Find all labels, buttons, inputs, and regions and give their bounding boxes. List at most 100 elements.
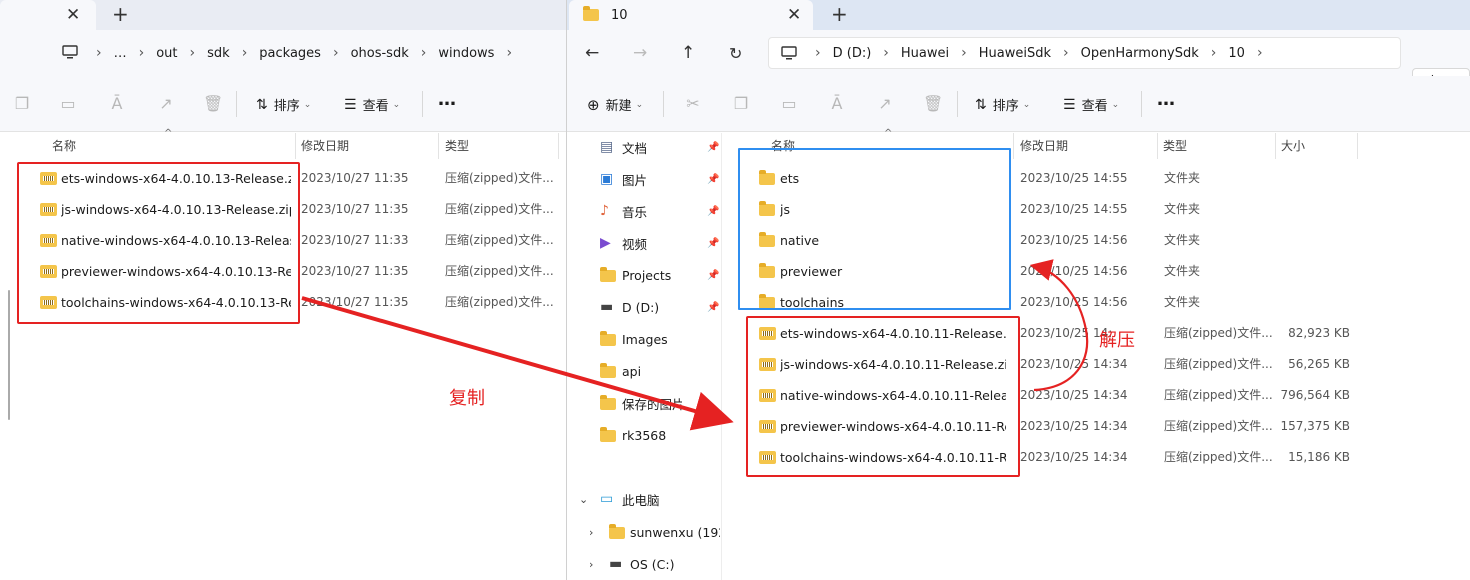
sort-button[interactable]: ⇅ 排序 ⌄ bbox=[256, 95, 312, 115]
column-header-date[interactable]: 修改日期 bbox=[301, 133, 349, 157]
file-size: 796,564 KB bbox=[1280, 388, 1350, 402]
breadcrumb-item[interactable]: ohos-sdk bbox=[351, 46, 409, 61]
sort-ascending-icon: ^ bbox=[884, 128, 893, 139]
sort-button[interactable]: ⇅ 排序 ⌄ bbox=[975, 95, 1030, 115]
view-icon: ☰ bbox=[344, 96, 357, 113]
copy-icon[interactable]: ❐ bbox=[12, 94, 32, 113]
chevron-down-icon: ⌄ bbox=[1111, 99, 1120, 110]
forward-arrow-icon[interactable]: → bbox=[633, 43, 647, 63]
this-pc-icon bbox=[781, 46, 797, 60]
tree-item-label: sunwenxu (192.1 bbox=[630, 524, 720, 540]
tree-item[interactable]: › ▬ OS (C:) bbox=[567, 548, 722, 580]
delete-icon[interactable]: 🗑 bbox=[203, 94, 223, 113]
column-header-type[interactable]: 类型 bbox=[1163, 133, 1187, 157]
column-header-date[interactable]: 修改日期 bbox=[1020, 133, 1068, 157]
view-button[interactable]: ☰ 查看 ⌄ bbox=[1063, 95, 1120, 115]
back-arrow-icon[interactable]: ← bbox=[585, 43, 599, 63]
drive-icon: ▬ bbox=[609, 556, 623, 572]
chevron-down-icon: ⌄ bbox=[392, 99, 401, 110]
breadcrumb-item[interactable]: Huawei bbox=[901, 46, 949, 61]
chevron-right-icon[interactable]: › bbox=[589, 526, 593, 539]
left-tab[interactable]: ✕ bbox=[0, 0, 96, 30]
file-type: 压缩(zipped)文件... bbox=[1164, 388, 1273, 402]
tree-item[interactable]: › sunwenxu (192.1 bbox=[567, 516, 722, 548]
chevron-down-icon: ⌄ bbox=[303, 99, 312, 110]
plus-circle-icon: ⊕ bbox=[587, 95, 600, 114]
right-toolbar: ⊕ 新建 ⌄ ✂ ❐ ▭ Ā ↗ 🗑 ⇅ 排序 ⌄ ☰ 查看 ⌄ … bbox=[567, 76, 1470, 132]
copy-icon[interactable]: ❐ bbox=[731, 94, 751, 113]
file-type: 压缩(zipped)文件... bbox=[1164, 357, 1273, 371]
tree-item[interactable]: ⌄ ▭ 此电脑 bbox=[567, 483, 722, 515]
file-type: 压缩(zipped)文件... bbox=[1164, 419, 1273, 433]
file-date: 2023/10/27 11:33 bbox=[301, 233, 409, 247]
new-tab-button[interactable]: + bbox=[831, 0, 848, 28]
file-type: 压缩(zipped)文件... bbox=[1164, 450, 1273, 464]
breadcrumb-item[interactable]: … bbox=[114, 46, 127, 61]
file-size bbox=[1267, 256, 1350, 287]
nav-item[interactable]: ▤ 文档 📌 bbox=[567, 131, 722, 163]
file-date: 2023/10/25 14:55 bbox=[1020, 202, 1128, 216]
extract-annotation: 解压 bbox=[1099, 330, 1135, 351]
share-icon[interactable]: ↗ bbox=[156, 94, 176, 113]
refresh-icon[interactable]: ↻ bbox=[729, 44, 742, 63]
up-arrow-icon[interactable]: ↑ bbox=[681, 43, 695, 63]
new-tab-button[interactable]: + bbox=[112, 0, 129, 28]
sort-icon: ⇅ bbox=[256, 96, 268, 113]
file-type: 文件夹 bbox=[1164, 264, 1201, 278]
new-button[interactable]: ⊕ 新建 ⌄ bbox=[587, 95, 643, 115]
view-button[interactable]: ☰ 查看 ⌄ bbox=[344, 95, 401, 115]
breadcrumb-item[interactable]: D (D:) bbox=[833, 46, 872, 61]
left-breadcrumb: › … › out › sdk › packages › ohos-sdk › … bbox=[96, 45, 513, 61]
more-options-button[interactable]: … bbox=[438, 89, 456, 110]
file-date: 2023/10/25 14:34 bbox=[1020, 419, 1128, 433]
rename-icon[interactable]: Ā bbox=[827, 94, 847, 113]
breadcrumb-item[interactable]: windows bbox=[438, 46, 494, 61]
this-pc-icon bbox=[62, 45, 78, 59]
folder-row[interactable]: native 2023/10/25 14:56 文件夹 bbox=[567, 225, 1470, 256]
file-type: 文件夹 bbox=[1164, 171, 1201, 185]
file-type: 压缩(zipped)文件... bbox=[445, 171, 554, 185]
highlight-box bbox=[746, 316, 1020, 477]
delete-icon[interactable]: 🗑 bbox=[923, 94, 943, 113]
this-pc-icon: ▭ bbox=[600, 491, 614, 507]
column-header-type[interactable]: 类型 bbox=[445, 133, 469, 157]
breadcrumb-item[interactable]: OpenHarmonySdk bbox=[1081, 46, 1199, 61]
right-tab-strip: 10 ✕ + bbox=[567, 0, 1470, 30]
folder-row[interactable]: toolchains 2023/10/25 14:56 文件夹 bbox=[567, 287, 1470, 318]
right-breadcrumb: › D (D:) › Huawei › HuaweiSdk › OpenHarm… bbox=[815, 45, 1263, 61]
left-address-bar[interactable]: › … › out › sdk › packages › ohos-sdk › … bbox=[0, 30, 566, 76]
folder-row[interactable]: previewer 2023/10/25 14:56 文件夹 bbox=[567, 256, 1470, 287]
column-header-name[interactable]: 名称 bbox=[52, 133, 76, 157]
more-options-button[interactable]: … bbox=[1157, 89, 1175, 110]
tab-10[interactable]: 10 ✕ bbox=[569, 0, 813, 30]
paste-icon[interactable]: ▭ bbox=[58, 94, 78, 113]
column-header-size[interactable]: 大小 bbox=[1281, 133, 1305, 157]
share-icon[interactable]: ↗ bbox=[875, 94, 895, 113]
file-size: 56,265 KB bbox=[1288, 357, 1350, 371]
file-size: 157,375 KB bbox=[1280, 419, 1350, 433]
address-box[interactable]: › D (D:) › Huawei › HuaweiSdk › OpenHarm… bbox=[768, 37, 1401, 69]
left-explorer-window: ✕ + › … › out › sdk › packages › ohos-sd… bbox=[0, 0, 566, 580]
breadcrumb-item[interactable]: sdk bbox=[207, 46, 230, 61]
breadcrumb-item[interactable]: HuaweiSdk bbox=[979, 46, 1051, 61]
close-tab-icon[interactable]: ✕ bbox=[66, 0, 80, 30]
chevron-right-icon[interactable]: › bbox=[589, 558, 593, 571]
tree-item-label: 此电脑 bbox=[622, 492, 660, 508]
paste-icon[interactable]: ▭ bbox=[779, 94, 799, 113]
file-type: 压缩(zipped)文件... bbox=[1164, 326, 1273, 340]
folder-row[interactable]: ets 2023/10/25 14:55 文件夹 bbox=[567, 163, 1470, 194]
file-size: 82,923 KB bbox=[1288, 326, 1350, 340]
nav-item-label: 文档 bbox=[622, 140, 648, 156]
folder-row[interactable]: js 2023/10/25 14:55 文件夹 bbox=[567, 194, 1470, 225]
file-date: 2023/10/25 14:34 bbox=[1020, 450, 1128, 464]
view-icon: ☰ bbox=[1063, 96, 1076, 113]
extracted-folders-box bbox=[738, 148, 1011, 310]
close-tab-icon[interactable]: ✕ bbox=[787, 0, 801, 30]
chevron-down-icon[interactable]: ⌄ bbox=[579, 493, 588, 506]
cut-icon[interactable]: ✂ bbox=[683, 94, 703, 113]
file-size bbox=[1267, 194, 1350, 225]
rename-icon[interactable]: Ā bbox=[107, 94, 127, 113]
breadcrumb-item[interactable]: out bbox=[156, 46, 177, 61]
breadcrumb-item[interactable]: 10 bbox=[1228, 46, 1245, 61]
breadcrumb-item[interactable]: packages bbox=[259, 46, 321, 61]
